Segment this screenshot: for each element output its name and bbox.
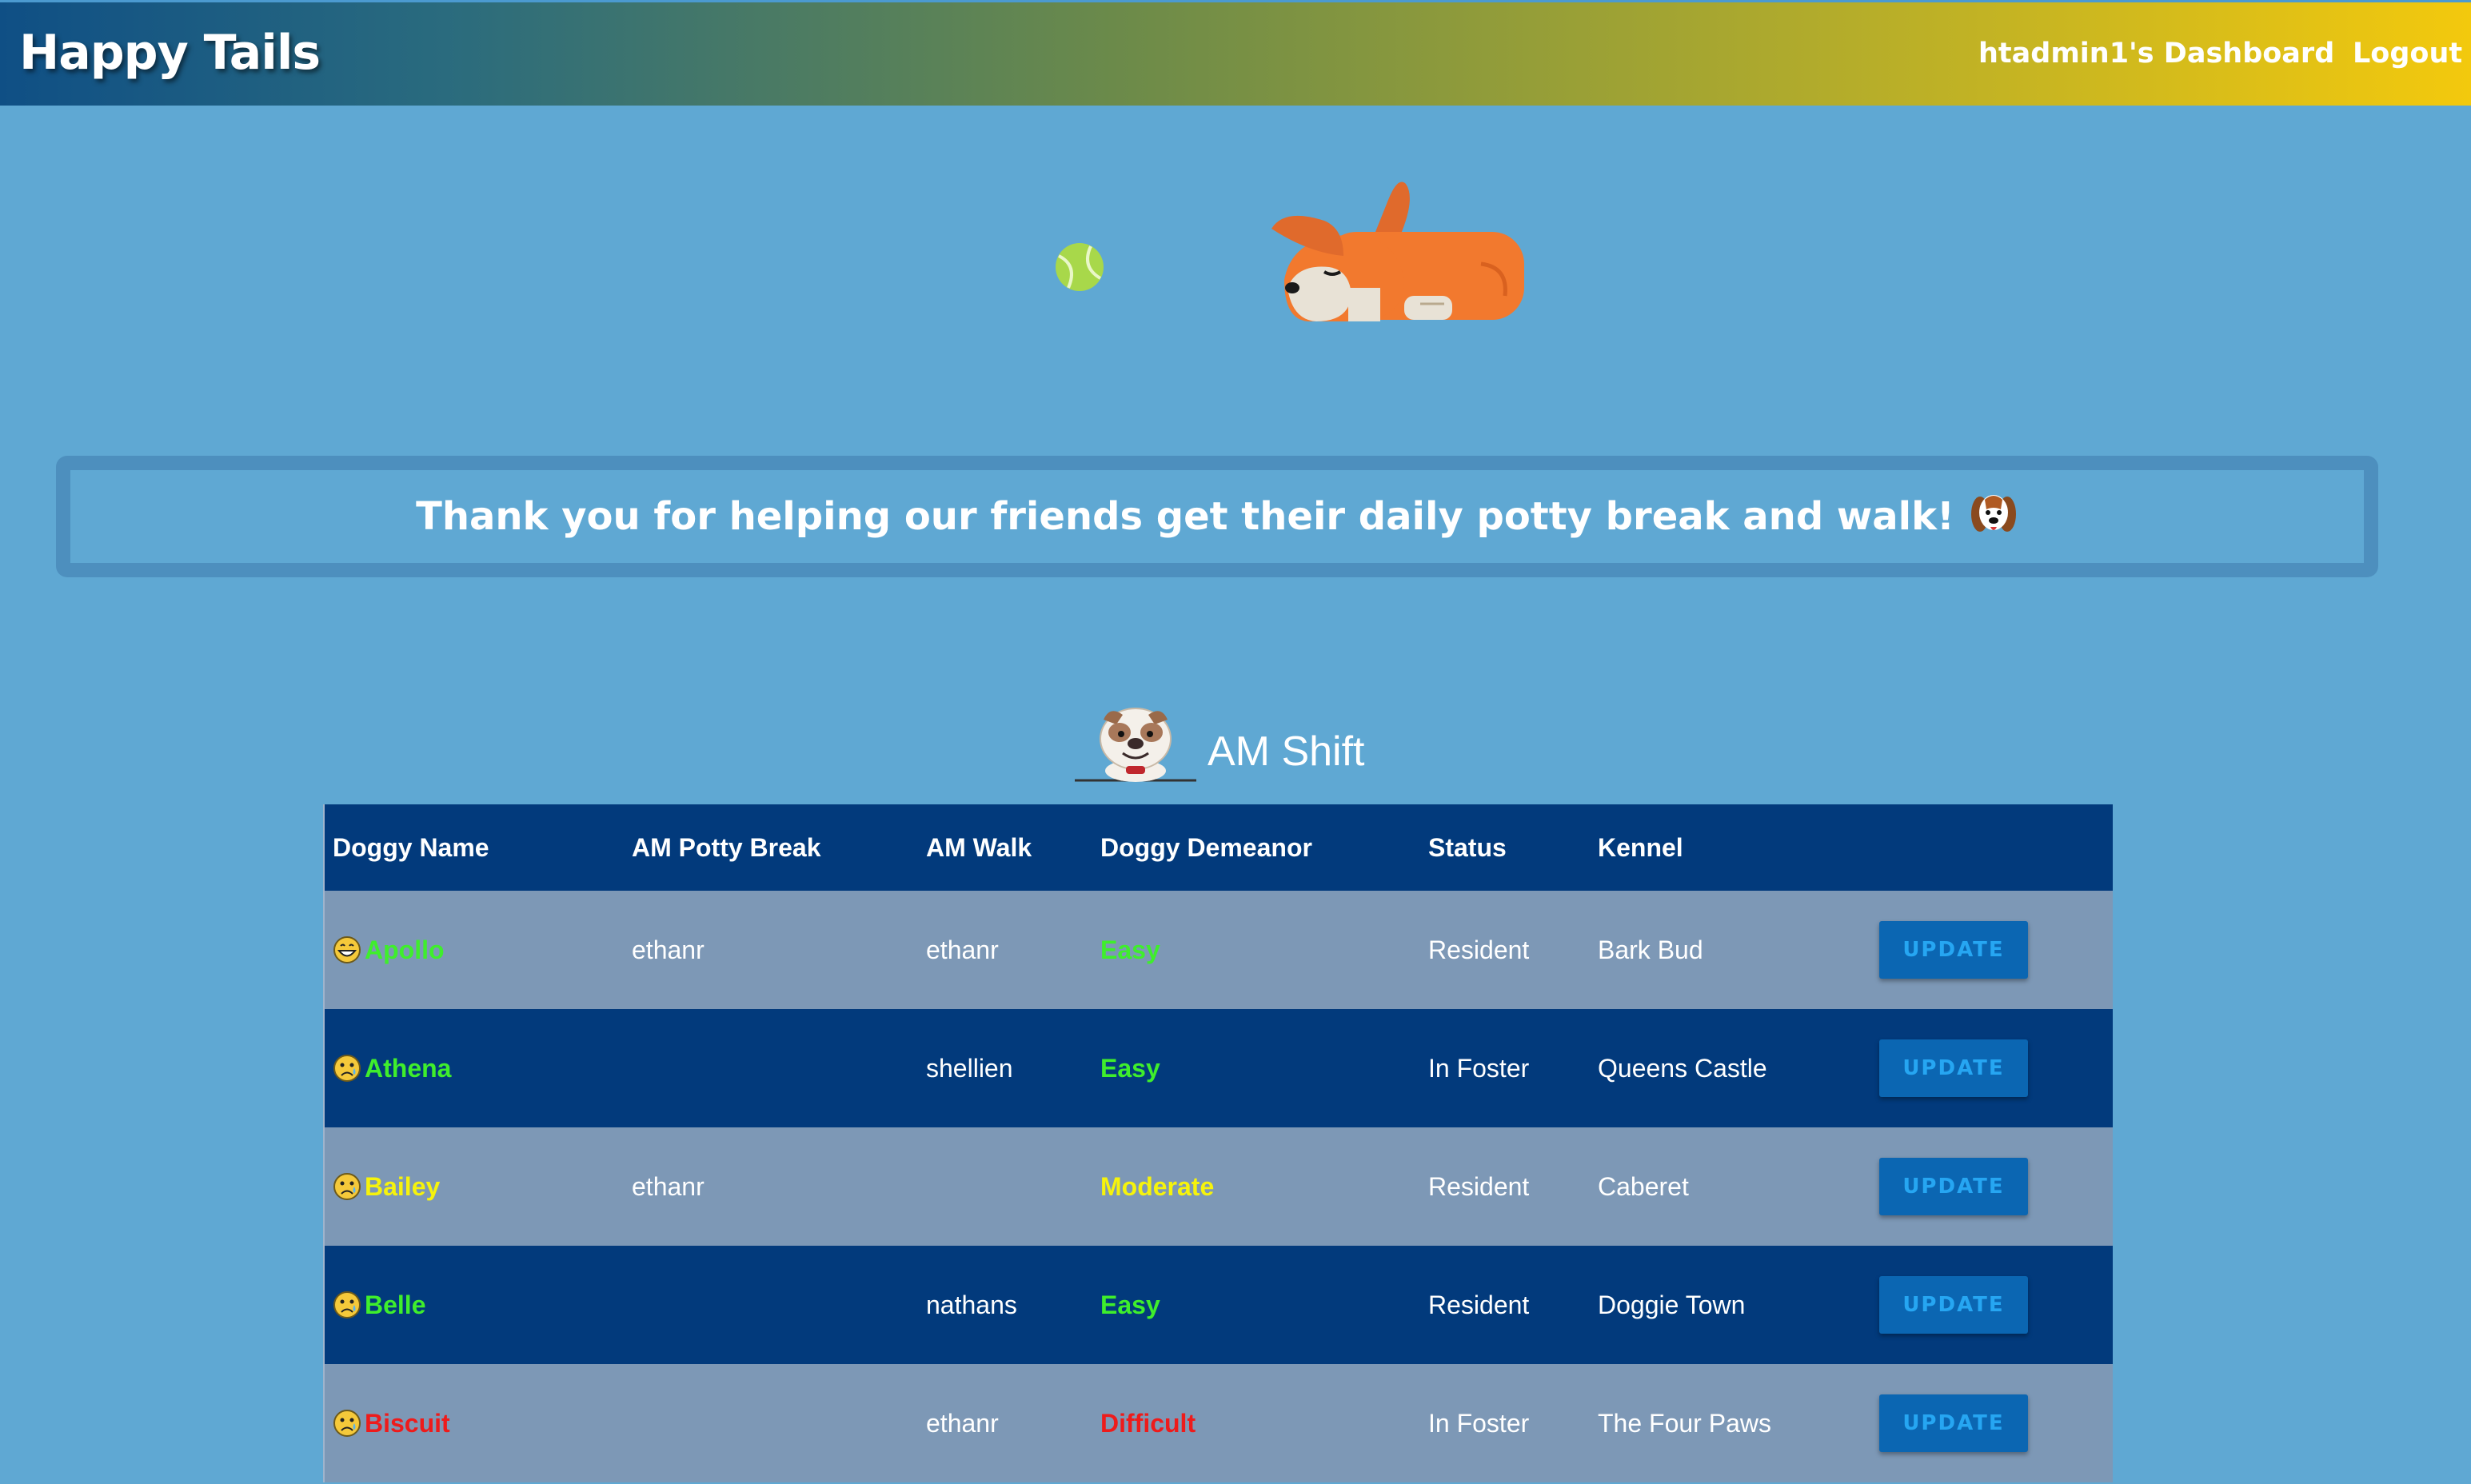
am-walk-cell: nathans [926,1290,1017,1319]
update-button[interactable]: UPDATE [1879,1276,2028,1334]
status-cell: Resident [1428,1171,1530,1201]
action-cell: UPDATE [1879,1009,2028,1127]
action-cell: UPDATE [1879,891,2028,1009]
status-cell: In Foster [1428,1408,1530,1438]
dog-shift-table: Doggy Name AM Potty Break AM Walk Doggy … [323,804,2113,1482]
doggy-name-cell: Apollo [333,891,445,1009]
kennel-cell: Caberet [1598,1171,1689,1201]
update-button[interactable]: UPDATE [1879,1394,2028,1452]
table-header-row: Doggy Name AM Potty Break AM Walk Doggy … [325,804,2113,891]
sad-face-icon [333,1410,361,1437]
am-potty-break-cell: ethanr [632,935,705,964]
update-button[interactable]: UPDATE [1879,921,2028,979]
doggy-name-cell: Biscuit [333,1364,450,1482]
status-cell: Resident [1428,1290,1530,1319]
action-cell: UPDATE [1879,1127,2028,1246]
grin-face-icon [333,936,361,963]
doggy-name: Bailey [365,1171,441,1201]
dashboard-link[interactable]: htadmin1's Dashboard [1978,38,2334,70]
doggy-name: Athena [365,1053,452,1083]
sad-face-icon [333,1055,361,1082]
logout-link[interactable]: Logout [2353,38,2462,70]
kennel-cell: Bark Bud [1598,935,1703,964]
kennel-cell: Queens Castle [1598,1053,1767,1083]
table-row: Bailey ethanr Moderate Resident Caberet … [325,1127,2113,1246]
shift-title: AM Shift [1075,696,1365,784]
thank-you-banner: Thank you for helping our friends get th… [56,456,2378,577]
sad-face-icon [333,1173,361,1200]
demeanor-cell: Easy [1100,1053,1160,1083]
am-walk-cell: ethanr [926,935,999,964]
demeanor-cell: Easy [1100,935,1160,964]
doggy-name-cell: Bailey [333,1127,440,1246]
dog-face-icon [1970,495,2016,532]
kennel-cell: Doggie Town [1598,1290,1746,1319]
doggy-name: Belle [365,1290,426,1319]
sleeping-corgi-icon [1271,182,1524,321]
action-cell: UPDATE [1879,1364,2028,1482]
brand-logo[interactable]: Happy Tails [19,25,321,81]
status-cell: Resident [1428,935,1530,964]
header-status: Status [1428,832,1507,862]
action-cell: UPDATE [1879,1246,2028,1364]
am-walk-cell: shellien [926,1053,1013,1083]
sad-face-icon [333,1291,361,1318]
table-row: Biscuit ethanr Difficult In Foster The F… [325,1364,2113,1482]
table-row: Belle nathans Easy Resident Doggie Town … [325,1246,2113,1364]
demeanor-cell: Easy [1100,1290,1160,1319]
top-navbar: Happy Tails htadmin1's Dashboard Logout [0,0,2471,106]
header-doggy-name: Doggy Name [333,832,489,862]
header-kennel: Kennel [1598,832,1683,862]
table-row: Athena shellien Easy In Foster Queens Ca… [325,1009,2113,1127]
demeanor-cell: Difficult [1100,1408,1196,1438]
status-cell: In Foster [1428,1053,1530,1083]
doggy-name: Apollo [365,935,445,964]
demeanor-cell: Moderate [1100,1171,1215,1201]
doggy-name-cell: Belle [333,1246,425,1364]
am-potty-break-cell: ethanr [632,1171,705,1201]
doggy-name: Biscuit [365,1408,450,1438]
kennel-cell: The Four Paws [1598,1408,1771,1438]
hero-illustration [0,106,2471,377]
am-walk-cell: ethanr [926,1408,999,1438]
update-button[interactable]: UPDATE [1879,1158,2028,1215]
tennis-ball-icon [1056,243,1104,291]
doggy-name-cell: Athena [333,1009,451,1127]
header-doggy-demeanor: Doggy Demeanor [1100,832,1312,862]
thank-you-message: Thank you for helping our friends get th… [416,494,1954,539]
shift-label: AM Shift [1208,728,1365,775]
header-am-walk: AM Walk [926,832,1032,862]
header-am-potty-break: AM Potty Break [632,832,821,862]
bulldog-icon [1075,708,1196,782]
table-row: Apollo ethanr ethanr Easy Resident Bark … [325,891,2113,1009]
update-button[interactable]: UPDATE [1879,1039,2028,1097]
